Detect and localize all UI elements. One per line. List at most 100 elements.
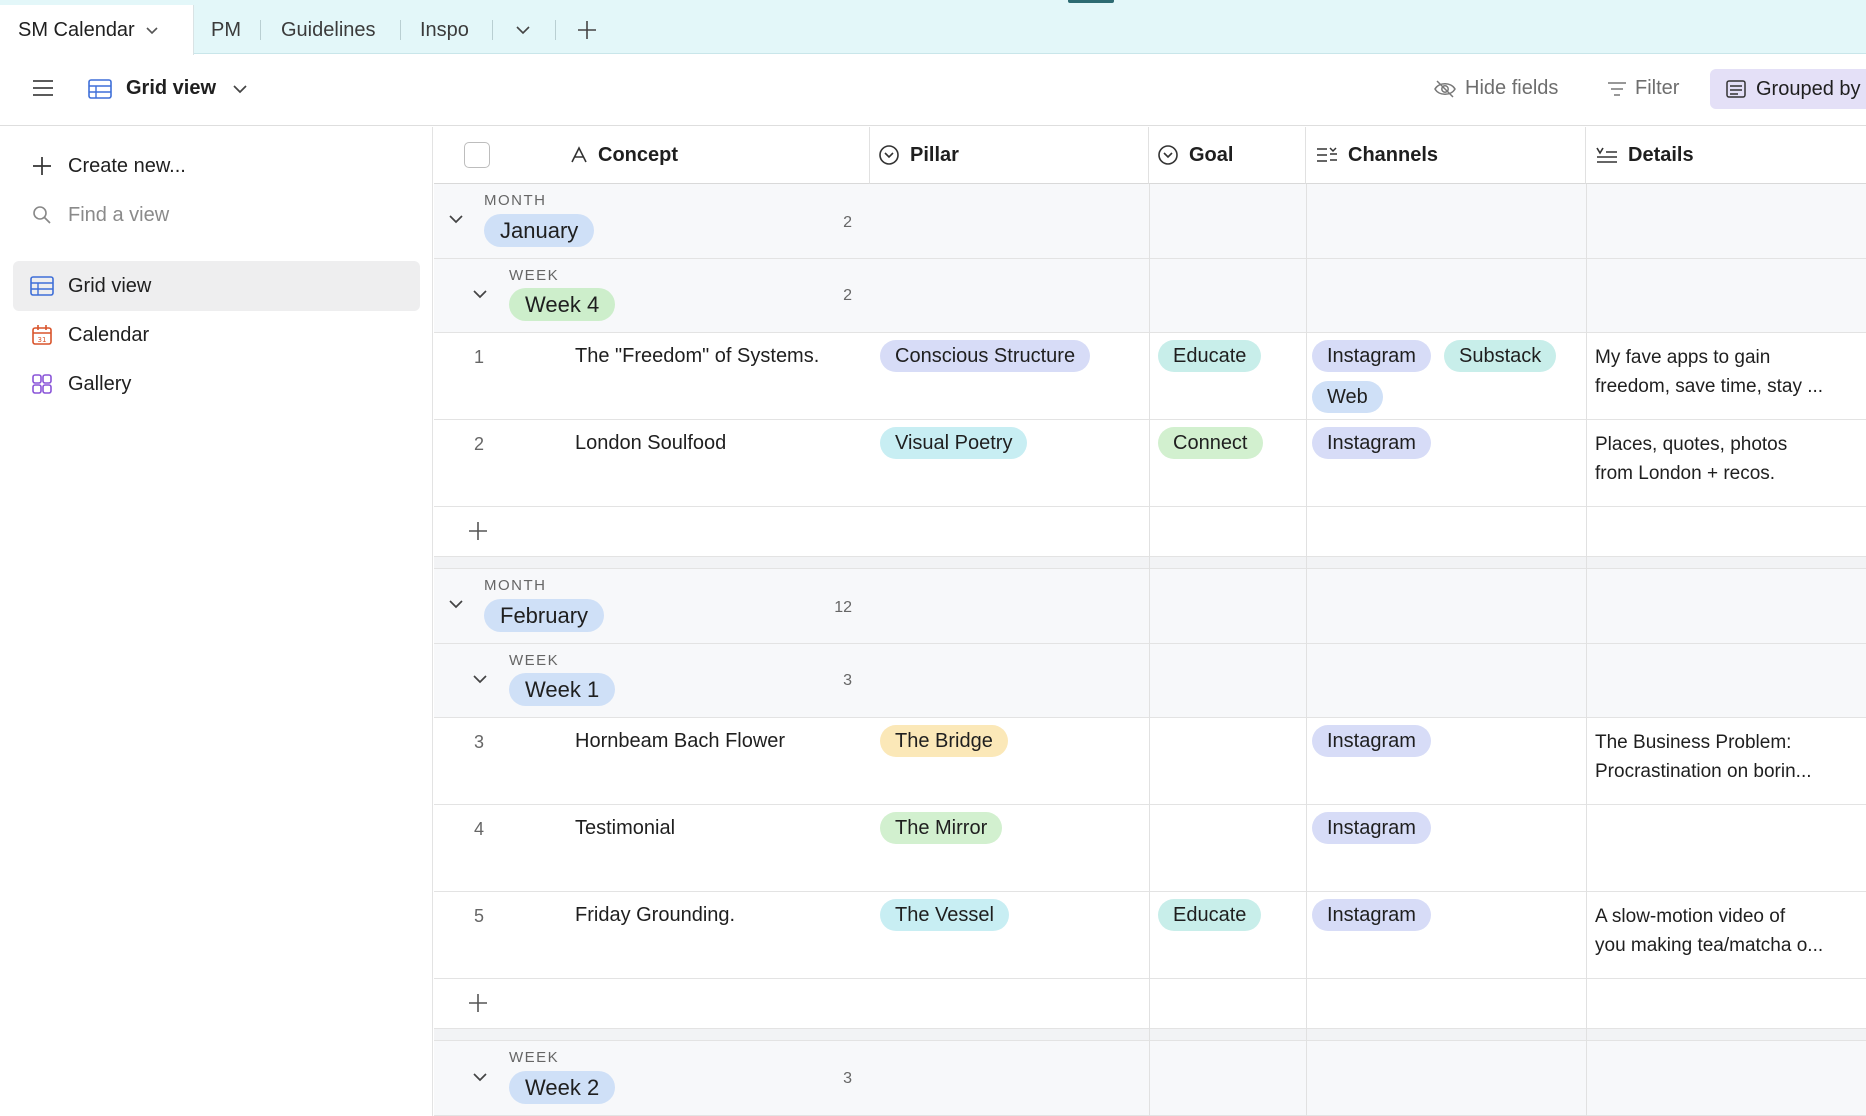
channel-chip: Instagram bbox=[1312, 899, 1431, 931]
tab-divider bbox=[555, 20, 556, 40]
chevron-down-icon[interactable] bbox=[472, 1069, 488, 1085]
details-line: My fave apps to gain bbox=[1595, 347, 1771, 368]
details-line: A slow-motion video of bbox=[1595, 906, 1786, 927]
table-row[interactable]: 4 Testimonial The Mirror Instagram bbox=[434, 805, 1866, 892]
group-count: 3 bbox=[843, 672, 852, 689]
concept-cell[interactable]: London Soulfood bbox=[575, 432, 726, 455]
group-header-month-february[interactable]: MONTH February 12 bbox=[434, 569, 1866, 644]
details-line: Places, quotes, photos bbox=[1595, 434, 1788, 455]
plus-icon[interactable] bbox=[468, 993, 488, 1013]
grouped-by-button[interactable]: Grouped by bbox=[1710, 69, 1866, 109]
plus-icon[interactable] bbox=[468, 521, 488, 541]
find-view-placeholder: Find a view bbox=[68, 203, 170, 226]
concept-cell[interactable]: The "Freedom" of Systems. bbox=[575, 345, 819, 368]
group-field-label: WEEK bbox=[509, 652, 560, 669]
column-header-label: Goal bbox=[1189, 143, 1234, 166]
chevron-down-icon[interactable] bbox=[448, 211, 464, 227]
chevron-down-icon[interactable] bbox=[448, 596, 464, 612]
group-header-week-4[interactable]: WEEK Week 4 2 bbox=[434, 259, 1866, 333]
details-line: Procrastination on borin... bbox=[1595, 761, 1812, 782]
row-number: 2 bbox=[474, 434, 485, 454]
tab-guidelines[interactable]: Guidelines bbox=[281, 5, 376, 55]
add-tab-plus-icon[interactable] bbox=[576, 5, 598, 55]
table-row[interactable]: 5 Friday Grounding. The Vessel Educate I… bbox=[434, 892, 1866, 979]
tab-pm[interactable]: PM bbox=[211, 5, 241, 55]
group-header-week-2[interactable]: WEEK Week 2 3 bbox=[434, 1041, 1866, 1116]
details-line: from London + recos. bbox=[1595, 463, 1776, 484]
sidebar-item-grid-view[interactable]: Grid view bbox=[13, 261, 420, 311]
table-row[interactable]: 1 The "Freedom" of Systems. Conscious St… bbox=[434, 333, 1866, 420]
chevron-down-icon[interactable] bbox=[472, 671, 488, 687]
more-tabs-chevron-icon[interactable] bbox=[514, 5, 532, 55]
column-header-label: Details bbox=[1628, 143, 1694, 166]
column-divider bbox=[1306, 184, 1307, 1116]
chevron-down-icon bbox=[232, 81, 248, 97]
concept-cell[interactable]: Hornbeam Bach Flower bbox=[575, 730, 785, 753]
details-cell[interactable]: The Business Problem: Procrastination on… bbox=[1595, 728, 1859, 786]
create-new-button[interactable]: Create new... bbox=[13, 141, 420, 191]
select-all-checkbox[interactable] bbox=[464, 142, 490, 168]
row-number: 1 bbox=[474, 347, 485, 367]
tab-sm-calendar[interactable]: SM Calendar bbox=[0, 5, 194, 55]
details-cell[interactable]: My fave apps to gain freedom, save time,… bbox=[1595, 343, 1859, 401]
find-view-input[interactable]: Find a view bbox=[13, 190, 420, 240]
tab-divider bbox=[400, 20, 401, 40]
pillar-chip: Conscious Structure bbox=[880, 340, 1091, 372]
tab-label: PM bbox=[211, 18, 241, 41]
views-sidebar: Create new... Find a view Grid view 31 C… bbox=[0, 127, 433, 1116]
tab-divider bbox=[260, 20, 261, 40]
row-number: 5 bbox=[474, 906, 485, 926]
table-row[interactable]: 2 London Soulfood Visual Poetry Connect … bbox=[434, 420, 1866, 507]
column-header-details[interactable]: Details bbox=[1586, 127, 1866, 184]
column-header-goal[interactable]: Goal bbox=[1149, 127, 1306, 184]
details-cell[interactable]: Places, quotes, photos from London + rec… bbox=[1595, 430, 1859, 488]
details-cell[interactable]: A slow-motion video of you making tea/ma… bbox=[1595, 902, 1859, 960]
view-switcher[interactable]: Grid view bbox=[88, 77, 248, 100]
column-header-pillar[interactable]: Pillar bbox=[870, 127, 1149, 184]
chevron-down-icon[interactable] bbox=[145, 23, 159, 37]
pillar-chip: Visual Poetry bbox=[880, 427, 1028, 459]
hide-fields-button[interactable]: Hide fields bbox=[1433, 77, 1558, 100]
table-row[interactable]: 3 Hornbeam Bach Flower The Bridge Instag… bbox=[434, 718, 1866, 805]
hamburger-menu-icon[interactable] bbox=[32, 79, 54, 97]
column-header-concept[interactable]: Concept bbox=[434, 127, 870, 184]
pillar-chip: The Mirror bbox=[880, 812, 1003, 844]
column-header-channels[interactable]: Channels bbox=[1306, 127, 1586, 184]
concept-cell[interactable]: Testimonial bbox=[575, 817, 675, 840]
goal-chip: Educate bbox=[1158, 340, 1262, 372]
add-record-row[interactable] bbox=[434, 979, 1866, 1029]
eye-slash-icon bbox=[1433, 79, 1457, 99]
group-icon bbox=[1726, 80, 1746, 98]
grid-icon bbox=[88, 78, 112, 99]
details-line: freedom, save time, stay ... bbox=[1595, 376, 1824, 397]
details-line: you making tea/matcha o... bbox=[1595, 935, 1824, 956]
column-divider bbox=[1149, 184, 1150, 1116]
group-count: 3 bbox=[843, 1070, 852, 1087]
create-new-label: Create new... bbox=[68, 154, 186, 177]
column-header-label: Channels bbox=[1348, 143, 1439, 166]
group-value-chip: January bbox=[484, 214, 595, 247]
column-header-label: Pillar bbox=[910, 143, 959, 166]
group-gap bbox=[434, 1029, 1866, 1041]
single-select-icon bbox=[1157, 144, 1179, 166]
add-record-row[interactable] bbox=[434, 507, 1866, 557]
group-field-label: MONTH bbox=[484, 192, 547, 209]
sidebar-item-calendar[interactable]: 31 Calendar bbox=[13, 310, 420, 360]
concept-cell[interactable]: Friday Grounding. bbox=[575, 904, 735, 927]
tab-inspo[interactable]: Inspo bbox=[420, 5, 469, 55]
chevron-down-icon[interactable] bbox=[472, 286, 488, 302]
goal-chip: Educate bbox=[1158, 899, 1262, 931]
goal-chip: Connect bbox=[1158, 427, 1263, 459]
group-header-week-1[interactable]: WEEK Week 1 3 bbox=[434, 644, 1866, 718]
svg-text:31: 31 bbox=[38, 336, 47, 344]
group-count: 12 bbox=[834, 599, 852, 616]
filter-button[interactable]: Filter bbox=[1607, 77, 1679, 100]
search-icon bbox=[30, 203, 54, 227]
channel-chip: Instagram bbox=[1312, 340, 1431, 372]
plus-icon bbox=[30, 154, 54, 178]
hide-fields-label: Hide fields bbox=[1465, 77, 1559, 99]
grid-icon bbox=[30, 274, 54, 298]
sidebar-item-gallery[interactable]: Gallery bbox=[13, 359, 420, 409]
group-header-month-january[interactable]: MONTH January 2 bbox=[434, 184, 1866, 259]
column-divider bbox=[1586, 184, 1587, 1116]
